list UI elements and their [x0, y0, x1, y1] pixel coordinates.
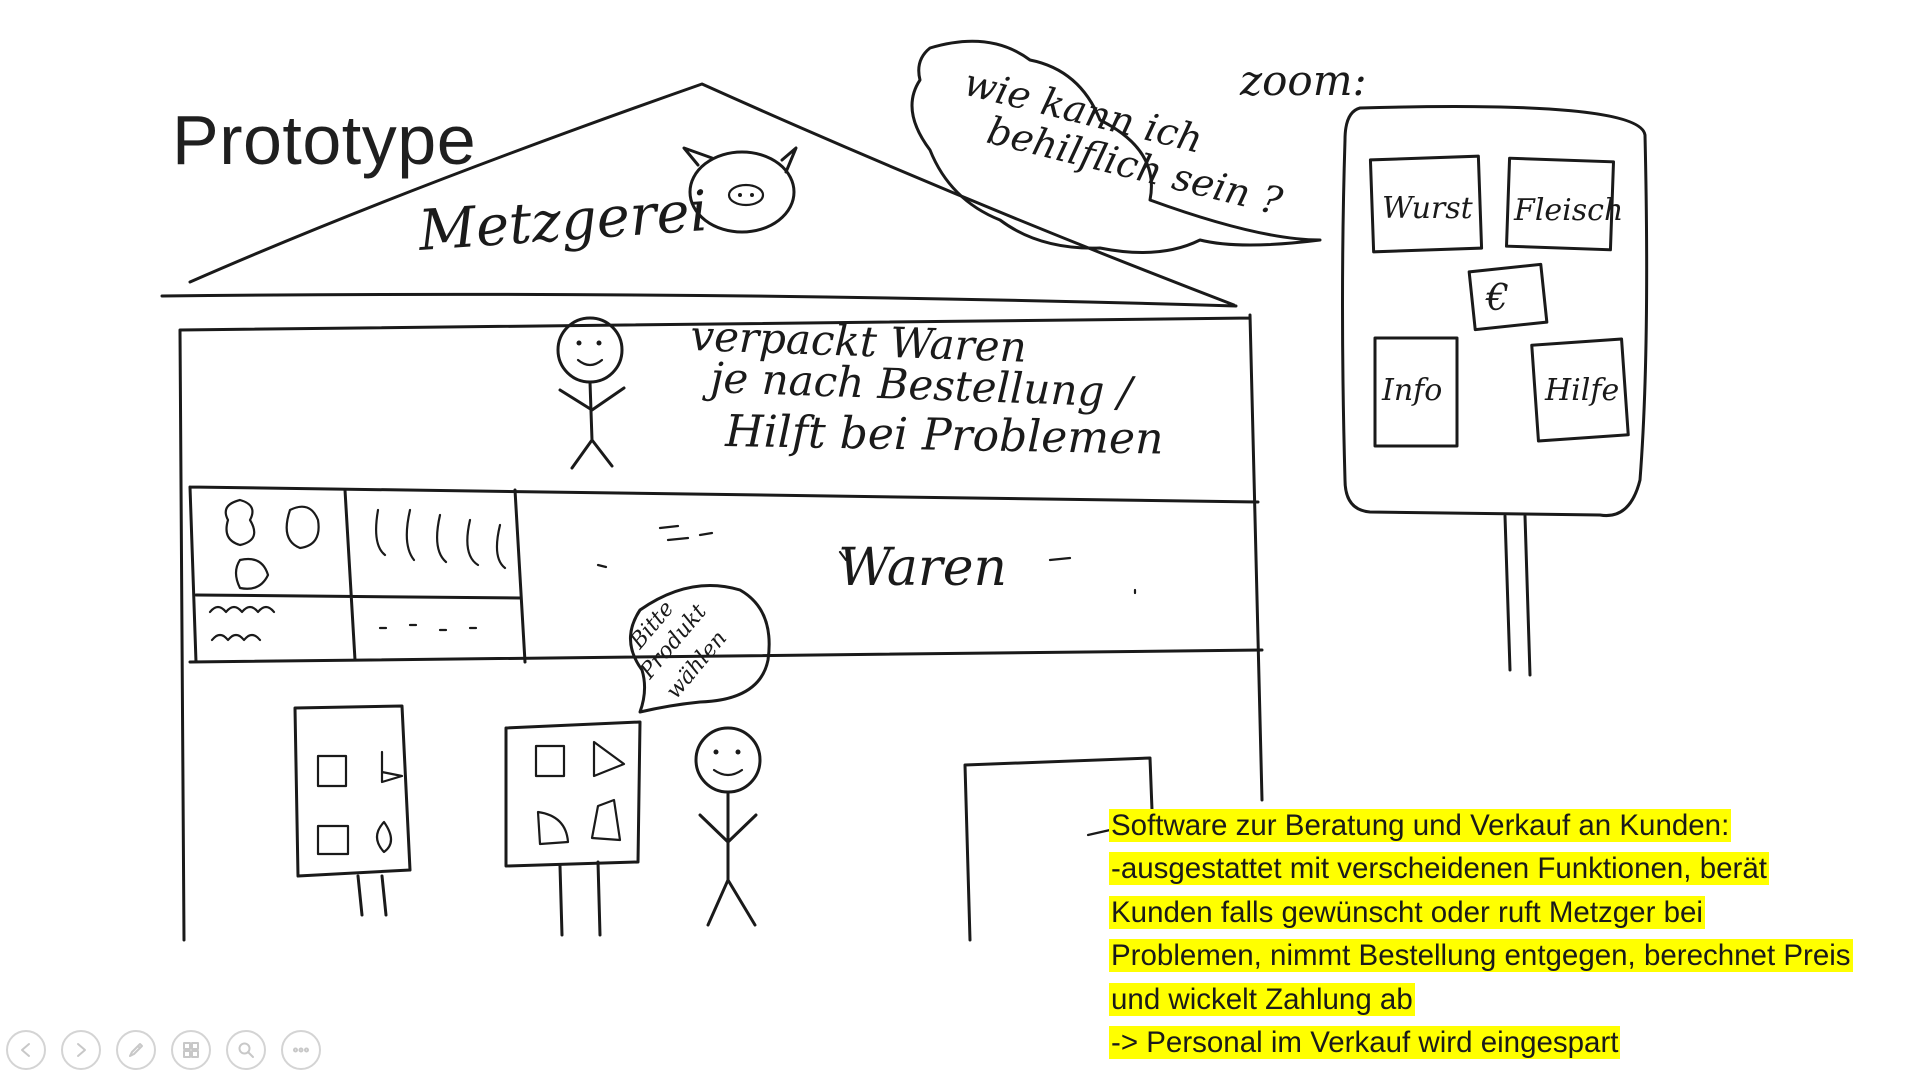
kiosk-button-label: Info [1381, 373, 1442, 408]
description-note: Software zur Beratung und Verkauf an Kun… [1109, 804, 1909, 1064]
goods-label: Waren [838, 538, 1007, 598]
more-options-button[interactable] [281, 1030, 321, 1070]
kiosk-button-label: Wurst [1382, 191, 1474, 226]
kiosk-button-label: Fleisch [1513, 193, 1623, 228]
note-line: und wickelt Zahlung ab [1109, 982, 1415, 1016]
butcher-figure [556, 316, 626, 470]
note-line: Problemen, nimmt Bestellung entgegen, be… [1109, 939, 1853, 973]
note-line: Kunden falls gewünscht oder ruft Metzger… [1109, 895, 1705, 929]
kiosk-stand [1503, 514, 1532, 677]
kiosk-button-fleisch[interactable]: Fleisch [1504, 156, 1623, 252]
previous-slide-button[interactable] [6, 1030, 46, 1070]
note-line: -> Personal im Verkauf wird eingespart [1109, 1026, 1621, 1060]
kiosk-button-wurst[interactable]: Wurst [1368, 154, 1484, 254]
display-case [194, 488, 527, 664]
slide-overview-icon [183, 1042, 199, 1058]
customer-terminal-1 [293, 704, 412, 917]
next-slide-button[interactable] [61, 1030, 101, 1070]
kiosk-button-euro[interactable]: € [1467, 262, 1549, 332]
staff-text-line-3: Hilft bei Problemen [724, 406, 1164, 465]
presentation-toolbar [6, 1030, 321, 1070]
note-line: Software zur Beratung und Verkauf an Kun… [1109, 809, 1732, 842]
customer-terminal-2 [504, 720, 642, 937]
customer-figure [694, 726, 762, 927]
slide-canvas: Prototype Metzgerei wie kann ich behilfl… [0, 0, 1920, 1080]
previous-slide-icon [21, 1043, 30, 1057]
pen-button[interactable] [116, 1030, 156, 1070]
kiosk-button-hilfe[interactable]: Hilfe [1530, 337, 1630, 443]
next-slide-icon [77, 1043, 86, 1057]
kiosk-button-info[interactable]: Info [1373, 336, 1459, 448]
kiosk-button-label: Hilfe [1544, 373, 1619, 408]
shop-sign: Metzgerei [415, 179, 709, 264]
pen-icon [129, 1043, 143, 1057]
note-line: -ausgestattet mit verscheidenen Funktion… [1109, 852, 1769, 886]
meat-display-items [208, 498, 507, 642]
kiosk-button-label: € [1485, 278, 1509, 319]
zoom-button[interactable] [226, 1030, 266, 1070]
zoom-label: zoom: [1239, 56, 1367, 105]
zoom-icon [238, 1042, 254, 1058]
slide-overview-button[interactable] [171, 1030, 211, 1070]
more-options-icon [293, 1047, 309, 1053]
